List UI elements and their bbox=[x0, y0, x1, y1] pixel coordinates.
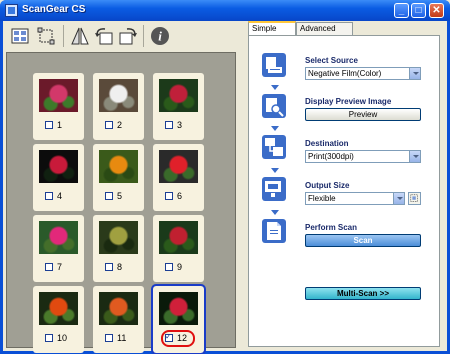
svg-text:i: i bbox=[158, 29, 162, 44]
thumbnail-checkbox[interactable] bbox=[165, 263, 173, 271]
thumbnail-image[interactable] bbox=[39, 150, 78, 183]
thumbnail-number: 4 bbox=[57, 191, 63, 201]
thumbnail-checkbox[interactable] bbox=[105, 192, 113, 200]
flow-arrow-icon bbox=[271, 85, 279, 90]
thumbnail-image[interactable] bbox=[99, 150, 138, 183]
thumbnail-number: 1 bbox=[57, 120, 63, 130]
output-size-label: Output Size bbox=[305, 181, 350, 190]
size-settings-icon bbox=[410, 194, 418, 202]
chevron-down-icon[interactable] bbox=[409, 151, 420, 162]
rotate-left-icon[interactable] bbox=[93, 25, 115, 47]
destination-select[interactable]: Print(300dpi) bbox=[305, 150, 421, 163]
thumbnail-number: 8 bbox=[117, 262, 123, 272]
thumbnail-number: 10 bbox=[57, 333, 68, 343]
thumbnail-image[interactable] bbox=[99, 221, 138, 254]
thumbnail-number: 7 bbox=[57, 262, 63, 272]
flow-arrow-icon bbox=[271, 168, 279, 173]
thumbnail-checkbox[interactable] bbox=[105, 334, 113, 342]
thumbnail-image[interactable] bbox=[159, 150, 198, 183]
scan-button[interactable]: Scan bbox=[305, 234, 421, 247]
perform-scan-label: Perform Scan bbox=[305, 223, 358, 232]
thumbnail-image[interactable] bbox=[159, 79, 198, 112]
thumbnail-12[interactable]: 12 bbox=[151, 284, 206, 354]
thumbnail-checkbox[interactable] bbox=[105, 263, 113, 271]
thumbnail-view-icon[interactable] bbox=[9, 25, 31, 47]
app-window: ScanGear CS _ □ ✕ i 1 2 3 4 5 6 7 8 9 10… bbox=[0, 0, 450, 354]
mirror-icon[interactable] bbox=[69, 25, 91, 47]
minimize-button[interactable]: _ bbox=[394, 3, 409, 18]
thumbnail-1[interactable]: 1 bbox=[33, 73, 84, 140]
close-button[interactable]: ✕ bbox=[429, 3, 444, 18]
thumbnail-11[interactable]: 11 bbox=[93, 286, 144, 353]
thumbnail-image[interactable] bbox=[99, 292, 138, 325]
preview-icon bbox=[261, 93, 287, 119]
preview-button[interactable]: Preview bbox=[305, 108, 421, 121]
destination-select-value: Print(300dpi) bbox=[308, 152, 354, 161]
tab-simple-mode[interactable]: Simple Mode bbox=[248, 21, 296, 45]
rotate-right-icon[interactable] bbox=[117, 25, 139, 47]
thumbnail-checkbox[interactable] bbox=[165, 192, 173, 200]
destination-icon bbox=[261, 134, 287, 160]
info-icon[interactable]: i bbox=[149, 25, 171, 47]
multi-scan-button[interactable]: Multi-Scan >> bbox=[305, 287, 421, 300]
thumbnail-3[interactable]: 3 bbox=[153, 73, 204, 140]
thumbnail-image[interactable] bbox=[39, 292, 78, 325]
chevron-down-icon[interactable] bbox=[393, 193, 404, 204]
output-size-settings-button[interactable] bbox=[408, 192, 421, 205]
output-size-select[interactable]: Flexible bbox=[305, 192, 405, 205]
thumbnail-8[interactable]: 8 bbox=[93, 215, 144, 282]
thumbnail-2[interactable]: 2 bbox=[93, 73, 144, 140]
chevron-down-icon[interactable] bbox=[409, 68, 420, 79]
output-size-icon bbox=[261, 176, 287, 202]
thumbnail-6[interactable]: 6 bbox=[153, 144, 204, 211]
tab-advanced-mode[interactable]: Advanced Mode bbox=[296, 22, 353, 45]
toolbar-separator bbox=[63, 25, 64, 47]
thumbnail-checkbox[interactable] bbox=[45, 192, 53, 200]
app-icon bbox=[5, 4, 18, 17]
thumbnail-image[interactable] bbox=[159, 292, 198, 325]
output-size-select-value: Flexible bbox=[308, 194, 336, 203]
client-area: i 123456789101112 Simple Mode Advanced M… bbox=[3, 21, 447, 354]
thumbnail-checkbox[interactable] bbox=[105, 121, 113, 129]
thumbnail-image[interactable] bbox=[39, 79, 78, 112]
source-select[interactable]: Negative Film(Color) bbox=[305, 67, 421, 80]
maximize-button[interactable]: □ bbox=[411, 3, 426, 18]
thumbnail-9[interactable]: 9 bbox=[153, 215, 204, 282]
thumbnail-number: 2 bbox=[117, 120, 123, 130]
thumbnail-image[interactable] bbox=[159, 221, 198, 254]
flow-arrow-icon bbox=[271, 210, 279, 215]
perform-scan-icon bbox=[261, 218, 287, 244]
thumbnail-number: 11 bbox=[117, 333, 127, 343]
thumbnail-image[interactable] bbox=[99, 79, 138, 112]
thumbnail-area: 123456789101112 bbox=[6, 52, 236, 354]
destination-label: Destination bbox=[305, 139, 349, 148]
thumbnail-4[interactable]: 4 bbox=[33, 144, 84, 211]
thumbnail-checkbox[interactable] bbox=[45, 334, 53, 342]
thumbnail-checkbox[interactable] bbox=[165, 121, 173, 129]
highlight-oval bbox=[161, 330, 195, 347]
simple-mode-panel: Select Source Negative Film(Color) Displ… bbox=[248, 35, 440, 347]
thumbnail-5[interactable]: 5 bbox=[93, 144, 144, 211]
crop-frame-icon[interactable] bbox=[35, 25, 57, 47]
source-select-value: Negative Film(Color) bbox=[308, 69, 382, 78]
thumbnail-number: 9 bbox=[177, 262, 183, 272]
thumbnail-image[interactable] bbox=[39, 221, 78, 254]
thumbnail-checkbox[interactable] bbox=[45, 121, 53, 129]
display-preview-label: Display Preview Image bbox=[305, 97, 392, 106]
thumbnail-7[interactable]: 7 bbox=[33, 215, 84, 282]
thumbnail-number: 5 bbox=[117, 191, 123, 201]
flow-arrow-icon bbox=[271, 126, 279, 131]
thumbnail-10[interactable]: 10 bbox=[33, 286, 84, 353]
thumbnail-number: 6 bbox=[177, 191, 183, 201]
window-title: ScanGear CS bbox=[22, 4, 86, 15]
thumbnail-number: 3 bbox=[177, 120, 183, 130]
scanner-source-icon bbox=[261, 52, 287, 78]
toolbar-separator bbox=[143, 25, 144, 47]
thumbnail-checkbox[interactable] bbox=[45, 263, 53, 271]
title-bar[interactable]: ScanGear CS _ □ ✕ bbox=[0, 0, 450, 21]
select-source-label: Select Source bbox=[305, 56, 358, 65]
